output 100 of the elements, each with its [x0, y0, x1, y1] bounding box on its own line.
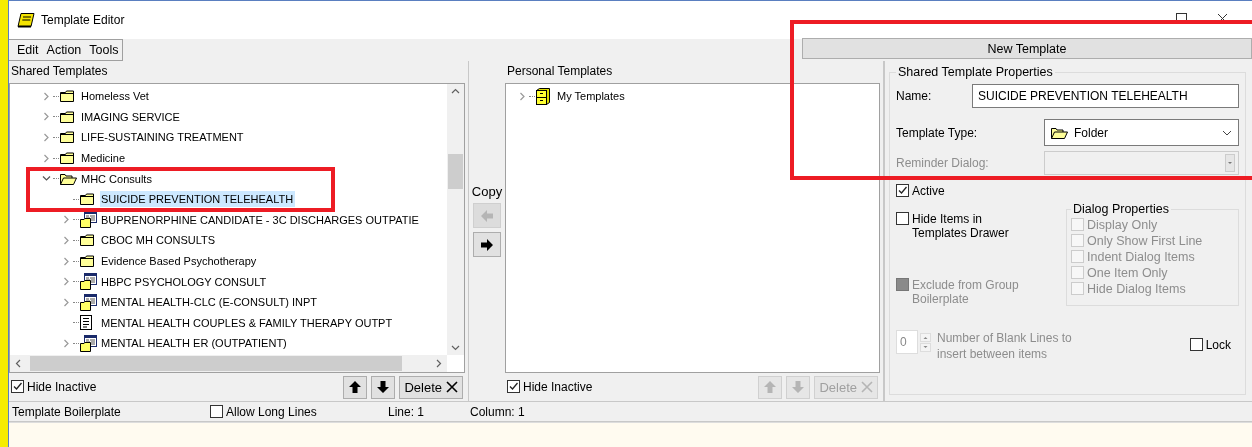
- checkbox[interactable]: [507, 380, 520, 393]
- dropdown-caret-icon: [1225, 154, 1235, 172]
- boilerplate-label: Template Boilerplate: [12, 404, 122, 419]
- tree-item[interactable]: CBOC MH CONSULTS: [100, 232, 218, 249]
- line-indicator: Line: 1: [388, 404, 426, 419]
- notebook-icon: [17, 12, 35, 28]
- folder-icon: [60, 152, 75, 165]
- scroll-thumb[interactable]: [448, 154, 463, 189]
- field-label: Template Type:: [896, 125, 978, 140]
- form-folder-icon: [80, 211, 97, 229]
- folder-icon: [60, 110, 75, 123]
- checkbox[interactable]: [210, 404, 223, 418]
- open-folder-icon: [60, 172, 77, 185]
- expand-chevron-icon[interactable]: [61, 338, 71, 348]
- scroll-thumb[interactable]: [30, 356, 402, 371]
- tree-view[interactable]: My Templates: [505, 83, 880, 373]
- checkbox-label: Active: [912, 184, 945, 198]
- tree-item[interactable]: MENTAL HEALTH-CLC (E-CONSULT) INPT: [100, 294, 319, 311]
- checkbox-label: Hide Inactive: [27, 380, 97, 394]
- menu-item[interactable]: Action: [46, 43, 82, 57]
- menu-item[interactable]: Edit: [17, 43, 39, 57]
- checkbox-label: Hide Items in Templates Drawer: [912, 212, 1010, 240]
- menu-item[interactable]: Tools: [89, 43, 119, 57]
- checkbox-label: Only Show First Line: [1087, 234, 1203, 248]
- arrow-icon: [480, 208, 494, 223]
- tree-item[interactable]: IMAGING SERVICE: [80, 108, 182, 125]
- copy-label: Copy: [471, 184, 503, 199]
- horizontal-scrollbar[interactable]: [10, 355, 447, 372]
- tree-item[interactable]: Evidence Based Psychotherapy: [100, 253, 259, 270]
- tree-item[interactable]: Homeless Vet: [80, 88, 151, 105]
- expand-chevron-icon[interactable]: [61, 235, 71, 245]
- dropdown-caret-icon: [1222, 129, 1232, 136]
- arrow-icon: [376, 380, 391, 394]
- blank-lines-label: Number of Blank Lines to insert between items: [937, 330, 1073, 362]
- pane-title: Personal Templates: [506, 63, 614, 80]
- tree-item[interactable]: MHC Consults: [80, 170, 154, 187]
- checkbox-label: Hide Inactive: [523, 380, 593, 394]
- tree-item[interactable]: Medicine: [80, 150, 128, 167]
- folder-icon: [60, 90, 75, 103]
- tree-item[interactable]: LIFE-SUSTAINING TREATMENT: [80, 129, 246, 146]
- reminder-dialog-dropdown[interactable]: [1044, 151, 1239, 175]
- move-down-button[interactable]: [371, 375, 396, 399]
- scroll-right-icon[interactable]: [436, 359, 442, 368]
- window-title: Template Editor: [41, 13, 125, 27]
- checkbox-label: Hide Dialog Items: [1087, 282, 1186, 296]
- arrow-icon: [348, 380, 363, 394]
- folder-icon: [80, 193, 95, 206]
- expand-chevron-icon[interactable]: [61, 256, 71, 266]
- spin-down-icon[interactable]: [920, 342, 931, 352]
- collapse-chevron-icon[interactable]: [41, 174, 51, 184]
- group-title: Shared Template Properties: [897, 65, 1054, 79]
- checkbox-label: Exclude from Group Boilerplate: [912, 278, 1020, 306]
- form-folder-icon: [80, 293, 97, 311]
- vertical-scrollbar[interactable]: [447, 84, 464, 355]
- arrow-icon: [791, 380, 806, 394]
- tree-item[interactable]: HBPC PSYCHOLOGY CONSULT: [100, 273, 269, 290]
- form-folder-icon: [80, 273, 97, 291]
- expand-chevron-icon[interactable]: [41, 91, 51, 101]
- checkbox-label: Allow Long Lines: [226, 404, 317, 419]
- close-icon: [861, 381, 873, 393]
- delete-button[interactable]: Delete: [399, 375, 463, 399]
- group-title: Dialog Properties: [1072, 202, 1170, 216]
- document-icon: [80, 315, 92, 331]
- close-icon: [446, 381, 458, 393]
- expand-chevron-icon[interactable]: [61, 297, 71, 307]
- scroll-up-icon[interactable]: [451, 88, 460, 94]
- folder-icon: [80, 234, 95, 247]
- pane-title: Shared Templates: [10, 63, 109, 80]
- checkbox-label: One Item Only: [1087, 266, 1168, 280]
- new-template-button[interactable]: New Template: [802, 38, 1252, 59]
- checkbox-label: Indent Dialog Items: [1087, 250, 1195, 264]
- column-indicator: Column: 1: [470, 404, 525, 419]
- arrow-icon: [763, 380, 778, 394]
- checkbox[interactable]: [11, 380, 24, 393]
- arrow-icon: [480, 237, 494, 252]
- tree-item[interactable]: MENTAL HEALTH ER (OUTPATIENT): [100, 335, 289, 352]
- spin-up-icon[interactable]: [920, 332, 931, 342]
- tree-view[interactable]: [9, 83, 465, 373]
- move-up-button[interactable]: [343, 375, 368, 399]
- expand-chevron-icon[interactable]: [41, 153, 51, 163]
- copy-right-button[interactable]: [473, 232, 501, 257]
- open-folder-icon: [1051, 126, 1068, 139]
- scroll-left-icon[interactable]: [15, 359, 21, 368]
- scroll-down-icon[interactable]: [451, 345, 460, 351]
- name-field[interactable]: SUICIDE PREVENTION TELEHEALTH: [972, 84, 1239, 108]
- checkbox-label: Display Only: [1087, 218, 1158, 232]
- form-folder-icon: [80, 334, 97, 352]
- expand-chevron-icon[interactable]: [41, 112, 51, 122]
- checkbox[interactable]: [896, 212, 909, 225]
- checkbox[interactable]: [1189, 338, 1203, 351]
- tree-item[interactable]: BUPRENORPHINE CANDIDATE - 3C DISCHARGES OUTPATIE: [100, 211, 421, 228]
- expand-chevron-icon[interactable]: [61, 215, 71, 225]
- expand-chevron-icon[interactable]: [517, 91, 527, 101]
- checkbox[interactable]: [896, 184, 909, 197]
- template-type-dropdown[interactable]: Folder: [1044, 119, 1239, 146]
- expand-chevron-icon[interactable]: [61, 277, 71, 287]
- expand-chevron-icon[interactable]: [41, 133, 51, 142]
- tree-item[interactable]: My Templates: [556, 88, 627, 105]
- tree-item[interactable]: MENTAL HEALTH COUPLES & FAMILY THERAPY OUTPT: [100, 314, 395, 331]
- tree-item[interactable]: SUICIDE PREVENTION TELEHEALTH: [100, 191, 296, 208]
